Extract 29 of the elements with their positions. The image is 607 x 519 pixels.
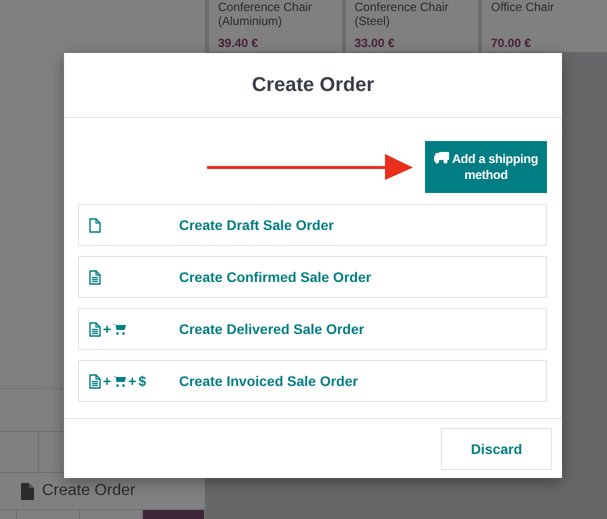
- document-icon: [89, 374, 101, 388]
- symbol: $: [138, 373, 146, 389]
- shipping-method-button[interactable]: Add a shipping method: [425, 141, 547, 193]
- order-option[interactable]: Create Draft Sale Order: [78, 204, 547, 246]
- order-option[interactable]: + +$ Create Invoiced Sale Order: [78, 360, 547, 402]
- order-option[interactable]: Create Confirmed Sale Order: [78, 256, 547, 298]
- document-icon: [89, 218, 101, 232]
- symbol: +: [128, 373, 136, 389]
- product-card[interactable]: Conference Chair (Steel) 33.00 €: [346, 0, 478, 52]
- symbol: +: [103, 321, 112, 337]
- panel-tile[interactable]: [143, 510, 205, 519]
- product-card[interactable]: Conference Chair (Aluminium) 39.40 €: [209, 0, 342, 52]
- document-icon: [21, 482, 34, 500]
- truck-icon: [434, 152, 449, 164]
- discard-button[interactable]: Discard: [441, 428, 552, 470]
- product-name: Office Chair: [491, 0, 556, 16]
- document-icon: [89, 322, 101, 336]
- order-option[interactable]: + Create Delivered Sale Order: [78, 308, 547, 350]
- product-card[interactable]: Office Chair 70.00 €: [482, 0, 607, 52]
- document-icon: [89, 270, 101, 284]
- cart-icon: [113, 323, 126, 335]
- product-price: 39.40 €: [218, 36, 260, 50]
- product-price: 33.00 €: [354, 36, 396, 50]
- product-name: Conference Chair (Steel): [354, 0, 450, 30]
- product-price: 70.00 €: [491, 36, 532, 50]
- cart-icon: [113, 375, 126, 387]
- symbol: +: [103, 373, 112, 389]
- product-name: Conference Chair (Aluminium): [218, 0, 314, 30]
- dialog-title: Create Order: [252, 74, 374, 96]
